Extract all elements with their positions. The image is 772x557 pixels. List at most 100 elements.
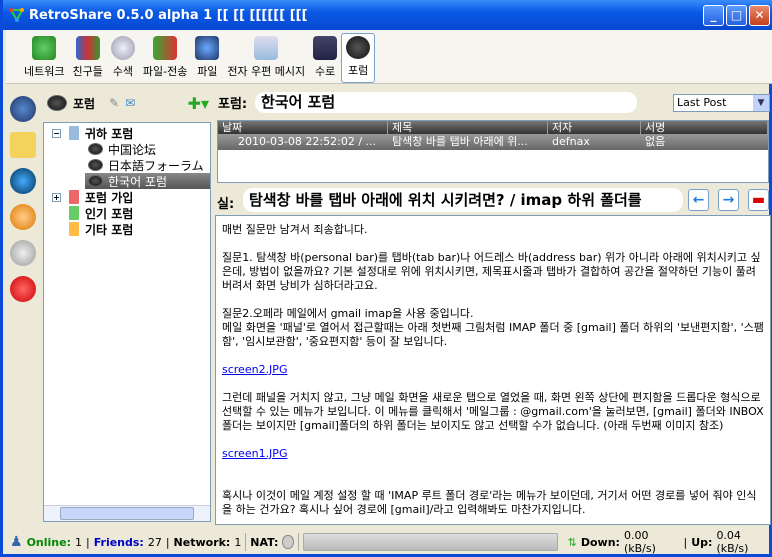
up-rate: 0.04 (kB/s) bbox=[716, 529, 749, 555]
online-count: 1 bbox=[74, 535, 82, 549]
retroshare-logo-icon bbox=[9, 8, 24, 23]
expand-icon[interactable]: + bbox=[52, 192, 61, 202]
info-icon[interactable] bbox=[10, 168, 36, 194]
main-window: RetroShare 0.5.0 alpha 1 [[ [[ [[[[[[ [[… bbox=[0, 0, 772, 557]
toolbar-label: 친구들 bbox=[72, 65, 103, 78]
toolbar-forums[interactable]: 포럼 bbox=[341, 33, 376, 83]
forum-bubble-icon bbox=[47, 95, 67, 111]
add-friend-icon[interactable] bbox=[10, 96, 36, 122]
toolbar-search[interactable]: 수색 bbox=[107, 33, 139, 83]
friends-icon bbox=[75, 36, 100, 60]
channels-icon bbox=[313, 36, 338, 60]
toolbar-network[interactable]: 네트워크 bbox=[20, 33, 68, 83]
user-status-icon: ♟ bbox=[10, 534, 23, 550]
folder-icon bbox=[69, 190, 79, 204]
close-button[interactable]: ✕ bbox=[749, 5, 770, 26]
chevron-down-icon: ▼ bbox=[753, 95, 769, 111]
forum-content: 포럼: 한국어 포럼 Last Post ▼ 날짜 제목 저자 서명 2010-0… bbox=[215, 88, 771, 525]
minimize-button[interactable]: _ bbox=[703, 5, 724, 26]
column-title[interactable]: 제목 bbox=[388, 121, 548, 134]
toolbar-label: 포럼 bbox=[348, 64, 369, 77]
forums-icon bbox=[346, 36, 371, 59]
toolbar-label: 전자 우편 메시지 bbox=[227, 65, 306, 78]
main-toolbar: 네트워크 친구들 수색 파일-전송 파일 전자 우편 메시지 수로 포럼 bbox=[6, 30, 772, 84]
tree-item-popular[interactable]: 인기 포럼 bbox=[44, 205, 210, 221]
table-row[interactable]: 2010-03-08 22:52:02 / ... 탐색창 바를 탭바 아래에 … bbox=[218, 134, 768, 150]
toolbar-label: 파일-전송 bbox=[142, 65, 188, 78]
subject-label: 실: bbox=[217, 197, 235, 212]
cell-author: defnax bbox=[552, 135, 590, 148]
toolbar-transfers[interactable]: 파일-전송 bbox=[139, 33, 191, 83]
tree-item-forum[interactable]: 日本語フォーラム bbox=[44, 157, 210, 173]
add-forum-button[interactable]: ✚▾ bbox=[188, 94, 209, 113]
cell-signature: 없음 bbox=[645, 135, 666, 148]
transfer-arrows-icon: ⇅ bbox=[567, 535, 577, 549]
message-paragraph: 혹시나 이것이 메일 계정 설정 할 때 'IMAP 루트 폴더 경로'라는 메… bbox=[222, 489, 757, 516]
message-paragraph: 질문2.오페라 메일에서 gmail imap을 사용 중입니다. 메일 화면을… bbox=[222, 307, 764, 348]
status-bar: ♟ Online: 1 | Friends: 27 | Network: 1 NAT: ⇅… bbox=[6, 529, 772, 555]
column-date[interactable]: 날짜 bbox=[218, 121, 388, 134]
toolbar-channels[interactable]: 수로 bbox=[309, 33, 341, 83]
progress-bar bbox=[302, 533, 558, 551]
nat-status-icon bbox=[282, 535, 294, 549]
toolbar-label: 파일 bbox=[197, 65, 218, 78]
delete-message-button[interactable]: ▬ bbox=[748, 189, 769, 211]
add-share-folder-icon[interactable] bbox=[10, 132, 36, 158]
toolbar-friends[interactable]: 친구들 bbox=[68, 33, 106, 83]
message-paragraph: 질문1. 탐색창 바(personal bar)를 탭바(tab bar)나 어… bbox=[222, 251, 761, 292]
forum-list-panel: 포럼 ✎ ✉ ✚▾ − 귀하 포럼 中国论坛 日本語フォーラム 한국어 포럼 + 포… bbox=[43, 88, 213, 525]
forum-bubble-icon bbox=[88, 175, 103, 187]
tree-label: 中国论坛 bbox=[108, 142, 157, 157]
table-header: 날짜 제목 저자 서명 bbox=[218, 121, 768, 134]
attachment-link-screen1[interactable]: screen1.JPG bbox=[222, 447, 287, 460]
column-signature[interactable]: 서명 bbox=[641, 121, 768, 134]
tree-label: 日本語フォーラム bbox=[108, 158, 204, 173]
folder-icon bbox=[69, 222, 79, 236]
down-rate: 0.00 (kB/s) bbox=[623, 529, 656, 555]
tree-label: 한국어 포럼 bbox=[108, 174, 168, 189]
tree-item-other[interactable]: 기타 포럼 bbox=[44, 221, 210, 237]
forum-label: 포럼: bbox=[218, 97, 248, 112]
up-label: Up: bbox=[691, 535, 713, 549]
tree-item-forum-selected[interactable]: 한국어 포럼 bbox=[85, 173, 210, 189]
attachment-link-screen2[interactable]: screen2.JPG bbox=[222, 363, 287, 376]
wizard-icon[interactable] bbox=[10, 204, 36, 230]
toolbar-label: 네트워크 bbox=[24, 65, 65, 78]
message-subject: 탐색창 바를 탭바 아래에 위치 시키려면? / imap 하위 폴더를 bbox=[243, 188, 683, 212]
down-label: Down: bbox=[580, 535, 620, 549]
side-toolbar bbox=[6, 88, 40, 528]
settings-gear-icon[interactable] bbox=[10, 240, 36, 266]
toolbar-messages[interactable]: 전자 우편 메시지 bbox=[223, 33, 309, 83]
collapse-icon[interactable]: − bbox=[52, 128, 61, 138]
toolbar-files[interactable]: 파일 bbox=[191, 33, 223, 83]
search-icon bbox=[110, 36, 135, 60]
next-message-button[interactable]: → bbox=[718, 189, 739, 211]
new-forum-post-icon[interactable]: ✎ bbox=[109, 96, 119, 110]
column-author[interactable]: 저자 bbox=[548, 121, 641, 134]
transfer-icon bbox=[153, 36, 178, 60]
forum-bubble-icon bbox=[88, 143, 103, 155]
toolbar-label: 수로 bbox=[315, 65, 336, 78]
files-icon bbox=[195, 36, 220, 60]
tree-item-your-forums[interactable]: − 귀하 포럼 bbox=[44, 125, 210, 141]
folder-icon bbox=[69, 206, 79, 220]
friends-count: 27 bbox=[147, 535, 162, 549]
window-title: RetroShare 0.5.0 alpha 1 [[ [[ [[[[[[ [[… bbox=[29, 7, 308, 23]
sort-value: Last Post bbox=[677, 96, 727, 109]
previous-message-button[interactable]: ← bbox=[688, 189, 709, 211]
power-quit-icon[interactable] bbox=[10, 276, 36, 302]
message-paragraph: 매번 질문만 남겨서 죄송합니다. bbox=[222, 223, 368, 236]
forum-bubble-icon bbox=[88, 159, 103, 171]
reply-message-icon[interactable]: ✉ bbox=[125, 96, 135, 110]
forum-tree: − 귀하 포럼 中国论坛 日本語フォーラム 한국어 포럼 + 포럼 가입 인기 포럼… bbox=[43, 122, 211, 522]
tree-item-forum[interactable]: 中国论坛 bbox=[44, 141, 210, 157]
tree-item-subscribed[interactable]: + 포럼 가입 bbox=[44, 189, 210, 205]
network-label: Network: bbox=[173, 535, 231, 549]
nat-label: NAT: bbox=[250, 535, 279, 549]
horizontal-scrollbar[interactable] bbox=[44, 505, 210, 521]
sort-select[interactable]: Last Post ▼ bbox=[673, 94, 770, 112]
tree-label: 인기 포럼 bbox=[85, 206, 134, 221]
folder-icon bbox=[69, 126, 79, 140]
network-count: 1 bbox=[234, 535, 242, 549]
maximize-button[interactable]: □ bbox=[726, 5, 747, 26]
